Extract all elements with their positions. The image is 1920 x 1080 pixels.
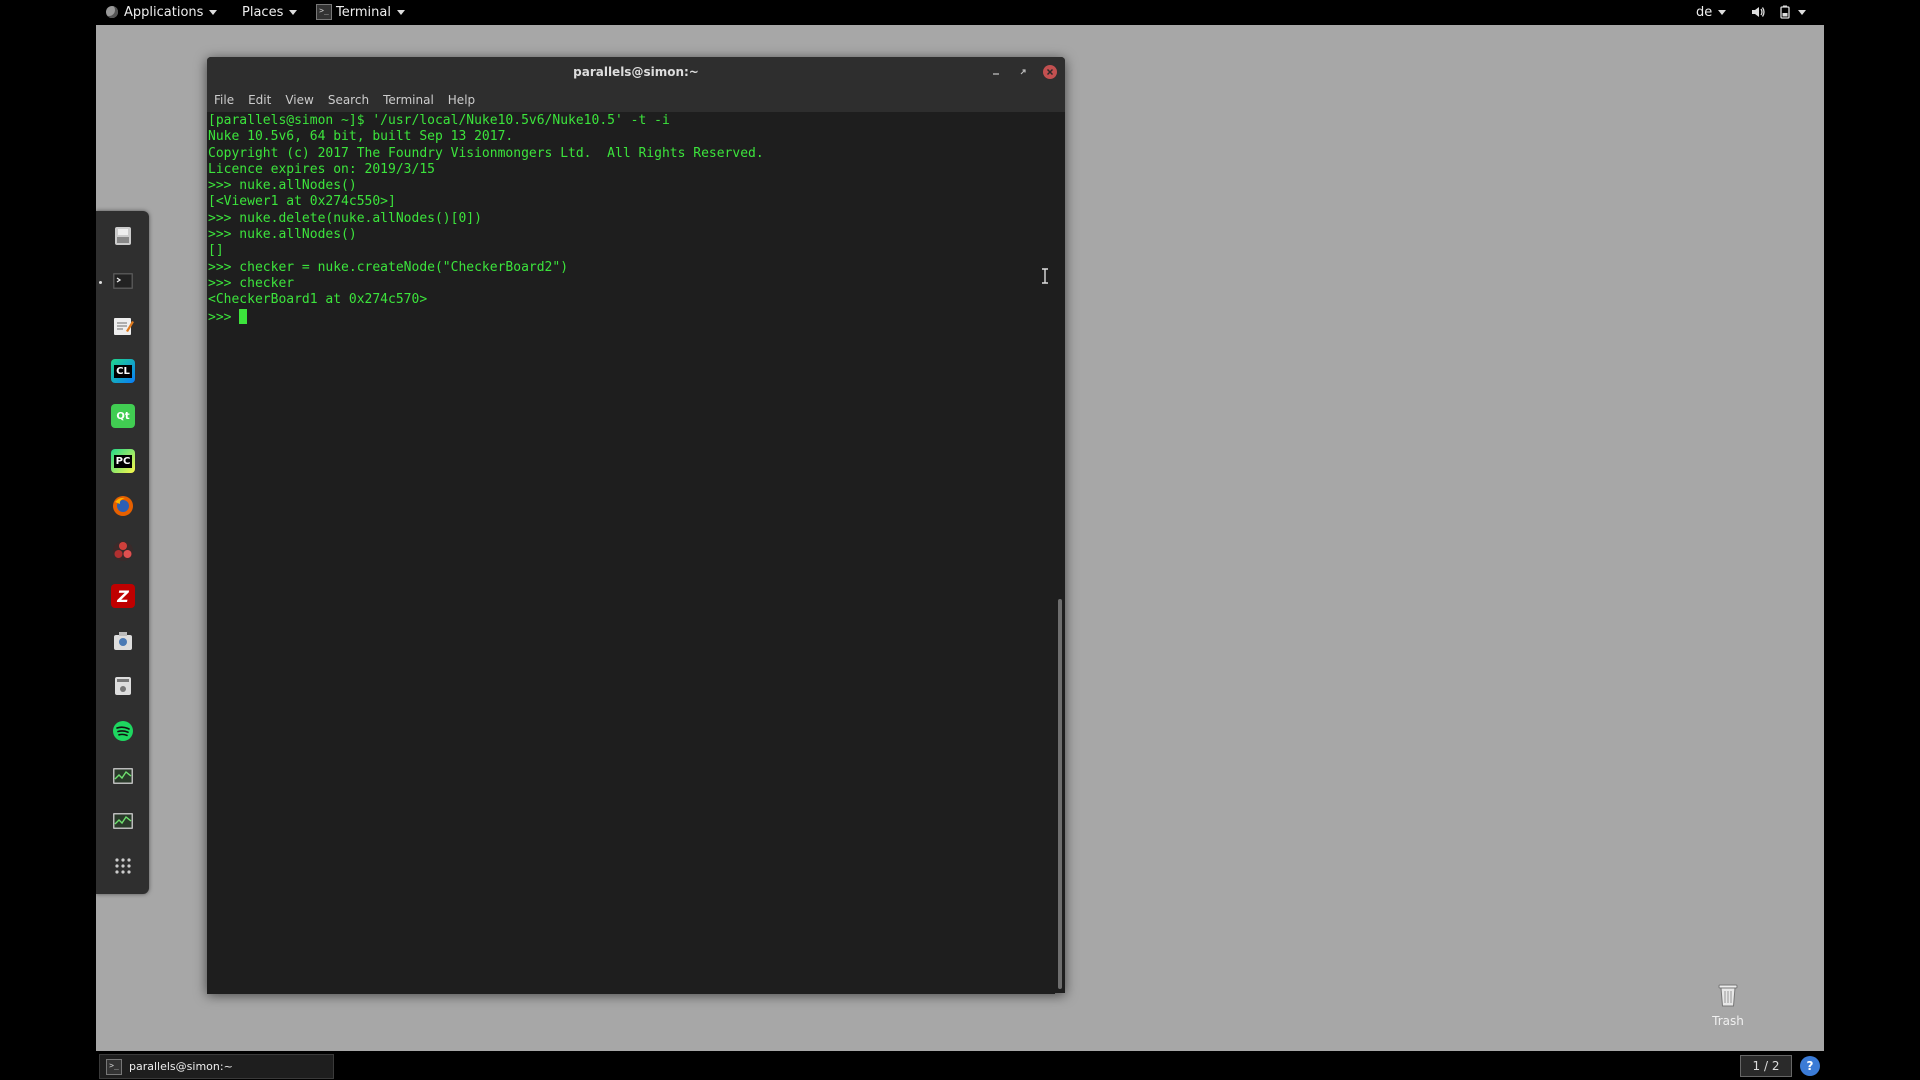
terminal-prompt: >>> <box>208 309 240 325</box>
qt-creator-icon: Qt <box>111 404 135 428</box>
davinci-resolve-icon <box>113 541 133 561</box>
taskbar-item-terminal[interactable]: >_ parallels@simon:~ <box>99 1054 334 1079</box>
system-monitor-icon <box>113 768 133 784</box>
help-button[interactable]: ? <box>1800 1056 1820 1076</box>
mouse-ibeam-cursor-icon <box>1042 268 1048 284</box>
dock-item-spotify[interactable] <box>108 716 138 746</box>
menu-help[interactable]: Help <box>448 93 475 107</box>
gnome-foot-icon <box>106 6 118 18</box>
chevron-down-icon <box>1718 9 1727 15</box>
clion-label: CL <box>114 364 132 378</box>
dock: CL Qt PC Z <box>96 211 149 894</box>
maximize-button[interactable] <box>1016 65 1030 79</box>
terminal-line: >>> nuke.allNodes() <box>208 227 357 243</box>
pycharm-label: PC <box>113 454 133 468</box>
window-menubar: File Edit View Search Terminal Help <box>207 88 1065 112</box>
window-title: parallels@simon:~ <box>573 65 699 79</box>
dock-item-clion[interactable]: CL <box>108 356 138 386</box>
terminal-line: <CheckerBoard1 at 0x274c570> <box>208 292 428 308</box>
spotify-icon <box>113 721 133 741</box>
close-icon <box>1046 68 1054 76</box>
terminal-line: >>> nuke.allNodes() <box>208 178 357 194</box>
system-monitor-icon <box>113 813 133 829</box>
app-grid-icon <box>115 858 131 874</box>
qt-label: Qt <box>116 410 130 422</box>
close-button[interactable] <box>1043 65 1057 79</box>
dock-item-davinci[interactable] <box>108 536 138 566</box>
terminal-line: [parallels@simon ~]$ '/usr/local/Nuke10.… <box>208 113 670 128</box>
terminal-output[interactable]: [parallels@simon ~]$ '/usr/local/Nuke10.… <box>207 112 1055 994</box>
dock-item-text-editor[interactable] <box>108 311 138 341</box>
dock-item-filezilla[interactable]: Z <box>108 581 138 611</box>
terminal-window: parallels@simon:~ File Edit View Search … <box>207 57 1065 994</box>
chevron-down-icon <box>289 9 298 15</box>
running-indicator <box>99 281 102 284</box>
show-applications-button[interactable] <box>108 851 138 881</box>
terminal-line: Licence expires on: 2019/3/15 <box>208 161 435 177</box>
dock-item-terminal[interactable] <box>108 266 138 296</box>
bottom-panel: >_ parallels@simon:~ 1 / 2 ? <box>0 1051 1920 1080</box>
trash-label: Trash <box>1712 1014 1744 1028</box>
terminal-scrollbar[interactable] <box>1055 112 1065 993</box>
trash-icon <box>1718 984 1738 1007</box>
terminal-line: >>> checker = nuke.createNode("CheckerBo… <box>208 259 569 275</box>
keyboard-layout-menu[interactable]: de <box>1696 0 1727 24</box>
terminal-icon: >_ <box>316 4 332 20</box>
dock-item-qt-creator[interactable]: Qt <box>108 401 138 431</box>
volume-icon[interactable] <box>1751 5 1765 19</box>
app-menu-label: Terminal <box>336 4 391 20</box>
battery-icon <box>1780 5 1790 19</box>
window-titlebar[interactable]: parallels@simon:~ <box>207 57 1065 88</box>
terminal-icon <box>113 273 133 289</box>
maximize-icon <box>1020 69 1026 75</box>
dock-item-disks[interactable] <box>108 671 138 701</box>
taskbar-item-label: parallels@simon:~ <box>129 1060 233 1073</box>
dock-item-files[interactable] <box>108 221 138 251</box>
menu-view[interactable]: View <box>285 93 313 107</box>
menu-terminal[interactable]: Terminal <box>383 93 434 107</box>
places-label: Places <box>242 4 284 20</box>
terminal-icon: >_ <box>106 1058 122 1075</box>
terminal-line: [<Viewer1 at 0x274c550>] <box>208 194 396 210</box>
chevron-down-icon <box>396 9 405 15</box>
menu-search[interactable]: Search <box>328 93 369 107</box>
chevron-down-icon <box>1798 9 1806 15</box>
places-menu[interactable]: Places <box>242 0 298 24</box>
applications-label: Applications <box>124 4 204 20</box>
dock-item-system-monitor[interactable] <box>108 761 138 791</box>
terminal-line: [] <box>208 243 224 259</box>
terminal-line: >>> checker <box>208 275 295 291</box>
terminal-prompt-line[interactable]: >>> <box>207 308 1055 325</box>
chevron-down-icon <box>209 9 218 15</box>
top-panel: Applications Places >_ Terminal de <box>0 0 1920 24</box>
dock-item-screenshot[interactable] <box>108 626 138 656</box>
scrollbar-thumb[interactable] <box>1058 599 1062 989</box>
workspace-indicator[interactable]: 1 / 2 <box>1740 1055 1792 1077</box>
filezilla-label: Z <box>117 586 129 606</box>
dock-item-firefox[interactable] <box>108 491 138 521</box>
file-manager-icon <box>115 227 131 245</box>
dock-item-system-monitor-2[interactable] <box>108 806 138 836</box>
firefox-icon <box>113 496 133 516</box>
app-menu-terminal[interactable]: >_ Terminal <box>316 0 405 24</box>
menu-edit[interactable]: Edit <box>248 93 271 107</box>
terminal-line: Nuke 10.5v6, 64 bit, built Sep 13 2017. <box>208 129 514 145</box>
text-editor-icon <box>114 318 134 335</box>
pycharm-icon: PC <box>111 449 135 473</box>
language-label: de <box>1696 4 1713 20</box>
minimize-button[interactable] <box>989 65 1003 79</box>
terminal-line: >>> nuke.delete(nuke.allNodes()[0]) <box>208 210 482 226</box>
system-menu[interactable] <box>1778 0 1806 24</box>
text-cursor <box>239 308 248 324</box>
minimize-icon <box>993 73 999 75</box>
dock-item-pycharm[interactable]: PC <box>108 446 138 476</box>
terminal-line: Copyright (c) 2017 The Foundry Visionmon… <box>208 145 764 161</box>
disks-icon <box>115 677 131 695</box>
screenshot-icon <box>114 632 132 650</box>
desktop-trash[interactable]: Trash <box>1708 980 1748 1028</box>
menu-file[interactable]: File <box>214 93 234 107</box>
applications-menu[interactable]: Applications <box>106 0 218 24</box>
filezilla-icon: Z <box>111 584 135 608</box>
clion-icon: CL <box>111 359 135 383</box>
